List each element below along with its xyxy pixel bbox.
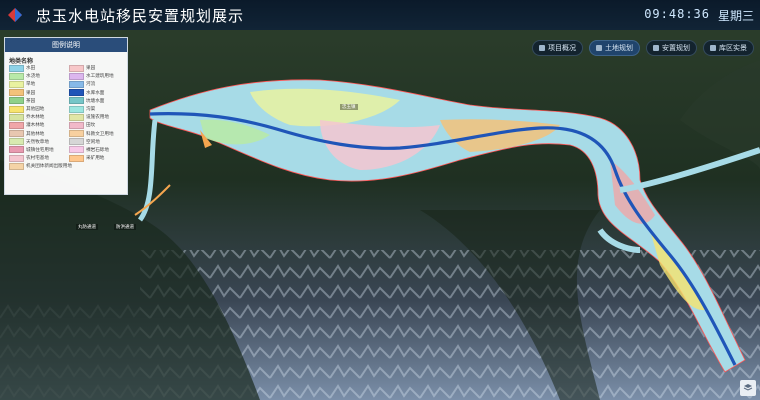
legend-column-2: 果园 水工建筑用地 河流 水库水面 坑塘水面 沟渠 设施农用地 田坎 科教文卫用…	[69, 64, 114, 162]
tab-overview[interactable]: 项目概况	[532, 40, 583, 56]
page-title: 忠玉水电站移民安置规划展示	[36, 7, 245, 25]
map-label: 丸防通道	[76, 224, 98, 230]
tab-label: 项目概况	[548, 44, 576, 52]
legend-item: 裸岩石砾地	[69, 146, 114, 154]
legend-swatch	[69, 80, 84, 88]
tab-label: 安置规划	[662, 44, 690, 52]
legend-swatch	[69, 89, 84, 97]
legend-swatch	[69, 97, 84, 105]
legend-item: 水浇地	[9, 72, 72, 80]
legend-swatch	[9, 138, 24, 146]
legend-swatch	[9, 146, 24, 154]
legend-swatch	[69, 154, 84, 162]
legend-column-1: 水田 水浇地 旱地 果园 茶园 其他园地 乔木林地 灌木林地 其他林地 天然牧草…	[9, 64, 72, 170]
legend-swatch	[9, 130, 24, 138]
legend-tab[interactable]: 图例说明	[5, 38, 127, 52]
legend-item: 乔木林地	[9, 113, 72, 121]
grid-icon	[653, 45, 659, 51]
legend-item: 其他园地	[9, 105, 72, 113]
clock: 09:48:36	[644, 7, 710, 21]
legend-item: 河流	[69, 80, 114, 88]
legend-swatch	[69, 105, 84, 113]
legend-swatch	[9, 64, 24, 72]
legend-swatch	[9, 97, 24, 105]
legend-panel: 图例说明 地类名称 水田 水浇地 旱地 果园 茶园 其他园地 乔木林地 灌木林地…	[4, 37, 128, 195]
tab-resettlement[interactable]: 安置规划	[646, 40, 697, 56]
tab-reservoir-view[interactable]: 库区实景	[703, 40, 754, 56]
legend-item: 其他林地	[9, 130, 72, 138]
layers-toggle-button[interactable]	[740, 380, 756, 396]
map-label: 忠玉镇	[340, 104, 358, 110]
logo-icon	[8, 8, 22, 22]
layers-icon	[743, 384, 753, 391]
map-label: 防洪通道	[114, 224, 136, 230]
legend-item: 茶园	[9, 97, 72, 105]
legend-item: 沟渠	[69, 105, 114, 113]
tab-land-planning[interactable]: 土地规划	[589, 40, 640, 56]
legend-item: 果园	[69, 64, 114, 72]
info-icon	[539, 45, 545, 51]
tab-label: 土地规划	[605, 44, 633, 52]
weekday: 星期三	[717, 9, 754, 23]
legend-swatch	[69, 121, 84, 129]
legend-swatch	[69, 72, 84, 80]
legend-item: 灌木林地	[9, 121, 72, 129]
legend-item: 天然牧草地	[9, 138, 72, 146]
header-bar: 忠玉水电站移民安置规划展示 09:48:36 星期三	[0, 0, 760, 30]
legend-swatch	[9, 121, 24, 129]
legend-swatch	[9, 80, 24, 88]
legend-swatch	[9, 72, 24, 80]
legend-item: 水工建筑用地	[69, 72, 114, 80]
legend-item: 空闲地	[69, 138, 114, 146]
legend-swatch	[69, 146, 84, 154]
legend-item: 城镇住宅用地	[9, 146, 72, 154]
legend-item: 旱地	[9, 80, 72, 88]
view-tabs: 项目概况 土地规划 安置规划 库区实景	[532, 40, 754, 56]
legend-swatch	[9, 154, 24, 162]
legend-item: 采矿用地	[69, 154, 114, 162]
legend-item: 设施农用地	[69, 113, 114, 121]
legend-item: 水库水面	[69, 89, 114, 97]
legend-item: 田坎	[69, 121, 114, 129]
legend-swatch	[69, 113, 84, 121]
legend-item: 机关团体新闻出版用地	[9, 162, 72, 170]
legend-swatch	[9, 113, 24, 121]
tab-label: 库区实景	[719, 44, 747, 52]
legend-item: 农村宅基地	[9, 154, 72, 162]
legend-item: 水田	[9, 64, 72, 72]
legend-item: 坑塘水面	[69, 97, 114, 105]
legend-swatch	[9, 89, 24, 97]
legend-item: 科教文卫用地	[69, 130, 114, 138]
layers-icon	[596, 45, 602, 51]
mountain-icon	[710, 45, 716, 51]
legend-swatch	[9, 105, 24, 113]
legend-swatch	[69, 64, 84, 72]
legend-item: 果园	[9, 89, 72, 97]
legend-swatch	[69, 130, 84, 138]
legend-swatch	[69, 138, 84, 146]
legend-swatch	[9, 162, 24, 170]
